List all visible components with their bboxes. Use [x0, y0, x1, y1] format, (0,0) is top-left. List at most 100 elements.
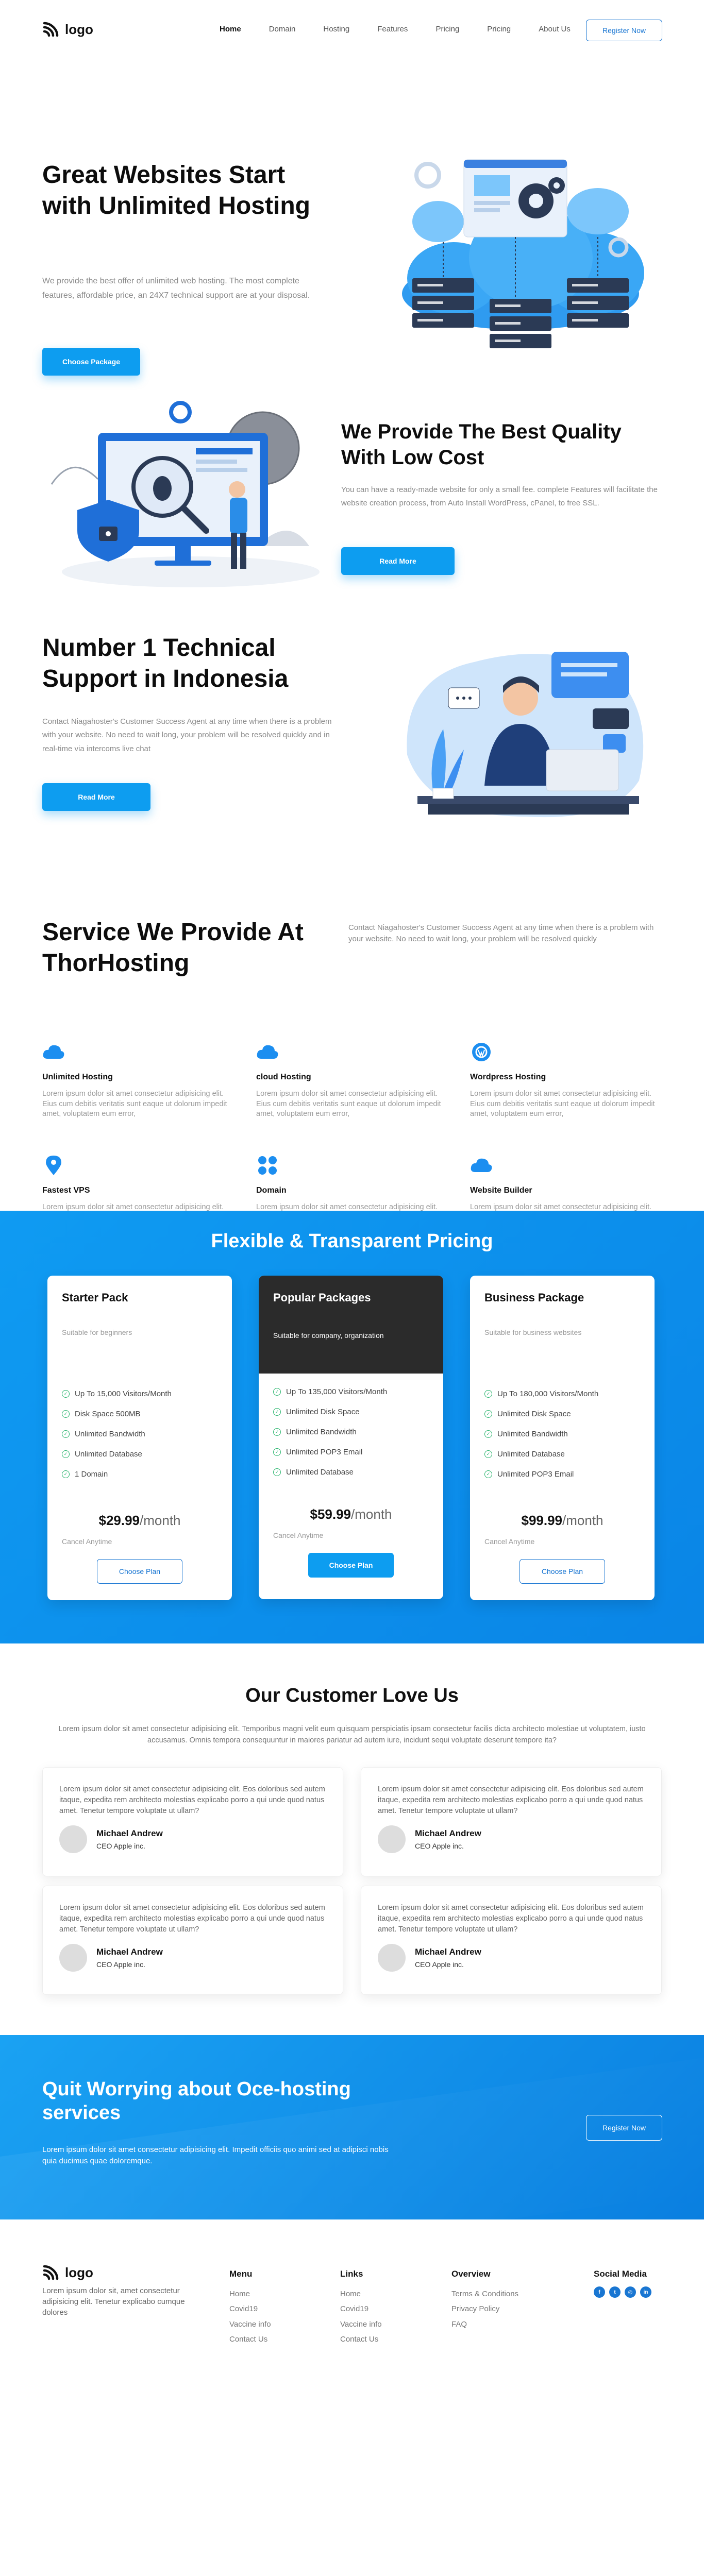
cloud-icon [470, 1154, 493, 1177]
check-icon: ✓ [273, 1388, 281, 1396]
cta-register-button[interactable]: Register Now [586, 2115, 662, 2141]
footer-link[interactable]: FAQ [451, 2317, 518, 2332]
testimonial-card: Lorem ipsum dolor sit amet consectetur a… [361, 1767, 662, 1876]
footer-link[interactable]: Privacy Policy [451, 2301, 518, 2316]
testimonials-title: Our Customer Love Us [245, 1685, 459, 1706]
footer-link[interactable]: Home [229, 2286, 271, 2301]
choose-plan-button[interactable]: Choose Plan [308, 1553, 394, 1578]
plan-feature: ✓ Unlimited Database [273, 1462, 387, 1482]
nav-domain-link[interactable]: Domain [269, 25, 296, 33]
footer-link[interactable]: Contact Us [340, 2332, 382, 2347]
twitter-icon[interactable]: t [609, 2286, 621, 2298]
footer-about: Lorem ipsum dolor sit, amet consectetur … [42, 2286, 185, 2317]
instagram-icon[interactable]: ◎ [625, 2286, 636, 2298]
nav-home-link[interactable]: Home [220, 25, 241, 33]
plan-feature: ✓ Unlimited POP3 Email [484, 1464, 598, 1484]
facebook-icon[interactable]: f [594, 2286, 605, 2298]
service-title: Fastest VPS [42, 1186, 90, 1195]
support-read-more-button[interactable]: Read More [42, 783, 150, 811]
support-agent-illustration [407, 652, 644, 818]
plan-feature: ✓ 1 Domain [62, 1464, 172, 1484]
nav-about-link[interactable]: About Us [539, 25, 571, 33]
check-icon: ✓ [273, 1468, 281, 1476]
cloud-icon [256, 1041, 279, 1063]
quality-text: You can have a ready-made website for on… [341, 485, 658, 508]
cloud-icon [42, 1041, 65, 1063]
plan-card-business: Business Package Suitable for business w… [470, 1276, 655, 1600]
pin-icon [42, 1154, 65, 1177]
service-title: Unlimited Hosting [42, 1073, 113, 1081]
site-logo[interactable]: logo [42, 21, 93, 38]
hero-section: Great Websites Start with Unlimited Host… [0, 62, 704, 376]
security-scan-illustration [51, 401, 320, 587]
nav-pricing-link[interactable]: Pricing [435, 25, 459, 33]
plan-features: ✓ Up To 180,000 Visitors/Month ✓ Unlimited… [484, 1384, 598, 1484]
testimonial-author: Michael Andrew CEO Apple inc. [378, 1944, 481, 1972]
testimonial-text: Lorem ipsum dolor sit amet consectetur a… [378, 1904, 644, 1934]
plan-name: Popular Packages [273, 1291, 371, 1304]
main-menu: Home Domain Hosting Features Pricing Pri… [220, 25, 598, 33]
service-card: Wordpress Hosting Lorem ipsum dolor sit … [470, 1041, 661, 1120]
testimonial-card: Lorem ipsum dolor sit amet consectetur a… [42, 1886, 343, 1995]
read-more-button[interactable]: Read More [341, 547, 455, 575]
testimonial-text: Lorem ipsum dolor sit amet consectetur a… [59, 1785, 325, 1816]
nav-hosting-link[interactable]: Hosting [323, 25, 349, 33]
plan-feature: ✓ Disk Space 500MB [62, 1404, 172, 1424]
check-icon: ✓ [62, 1430, 70, 1438]
service-text: Lorem ipsum dolor sit amet consectetur a… [256, 1090, 441, 1118]
pricing-section: Flexible & Transparent Pricing Starter P… [0, 1211, 704, 1643]
plan-feature: ✓ Unlimited Disk Space [484, 1404, 598, 1424]
check-icon: ✓ [273, 1448, 281, 1456]
check-icon: ✓ [273, 1408, 281, 1416]
support-title: Number 1 Technical Support in Indonesia [42, 634, 289, 692]
footer-link[interactable]: Covid19 [340, 2301, 382, 2316]
author-role: CEO Apple inc. [415, 1842, 464, 1850]
plan-cancel-note: Cancel Anytime [273, 1531, 324, 1539]
top-navbar: logo Home Domain Hosting Features Pricin… [0, 0, 704, 62]
service-title: Domain [256, 1186, 287, 1195]
plan-name: Business Package [484, 1291, 584, 1304]
author-name: Michael Andrew [96, 1947, 163, 1957]
plan-tagline: Suitable for beginners [62, 1328, 132, 1336]
services-title: Service We Provide At ThorHosting [42, 919, 304, 977]
avatar [59, 1825, 87, 1853]
footer-link[interactable]: Home [340, 2286, 382, 2301]
testimonial-author: Michael Andrew CEO Apple inc. [59, 1944, 163, 1972]
footer-link[interactable]: Contact Us [229, 2332, 271, 2347]
plan-feature: ✓ Unlimited Bandwidth [273, 1422, 387, 1442]
register-button[interactable]: Register Now [586, 20, 662, 41]
avatar [59, 1944, 87, 1972]
service-card: Unlimited Hosting Lorem ipsum dolor sit … [42, 1041, 233, 1120]
plan-price: $29.99/month [98, 1513, 181, 1528]
plan-cancel-note: Cancel Anytime [484, 1537, 535, 1546]
author-role: CEO Apple inc. [96, 1960, 145, 1969]
choose-plan-button[interactable]: Choose Plan [97, 1559, 182, 1584]
plan-price: $59.99/month [310, 1506, 392, 1522]
service-card: cloud Hosting Lorem ipsum dolor sit amet… [256, 1041, 447, 1120]
nav-pricing-link-2[interactable]: Pricing [487, 25, 511, 33]
service-title: Wordpress Hosting [470, 1073, 546, 1081]
pricing-title: Flexible & Transparent Pricing [211, 1230, 493, 1252]
check-icon: ✓ [273, 1428, 281, 1436]
footer: logo Lorem ipsum dolor sit, amet consect… [0, 2219, 704, 2374]
linkedin-icon[interactable]: in [640, 2286, 651, 2298]
footer-column-title: Menu [229, 2269, 253, 2279]
testimonial-text: Lorem ipsum dolor sit amet consectetur a… [59, 1904, 325, 1934]
nav-features-link[interactable]: Features [377, 25, 408, 33]
footer-overview-column: Overview Terms & Conditions Privacy Poli… [451, 2269, 518, 2332]
footer-social-column: Social Media f t ◎ in [594, 2269, 651, 2298]
plan-tagline: Suitable for business websites [484, 1328, 582, 1336]
footer-logo[interactable]: logo [42, 2264, 93, 2281]
footer-link[interactable]: Terms & Conditions [451, 2286, 518, 2301]
footer-link[interactable]: Vaccine info [340, 2317, 382, 2332]
plan-name: Starter Pack [62, 1291, 128, 1304]
wordpress-icon [470, 1041, 493, 1063]
support-text: Contact Niagahoster's Customer Success A… [42, 717, 332, 753]
footer-link[interactable]: Vaccine info [229, 2317, 271, 2332]
choose-plan-button[interactable]: Choose Plan [519, 1559, 605, 1584]
author-role: CEO Apple inc. [96, 1842, 145, 1850]
testimonials-section: Our Customer Love Us Lorem ipsum dolor s… [0, 1643, 704, 2035]
footer-link[interactable]: Covid19 [229, 2301, 271, 2316]
cta-title: Quit Worrying about Oce-hosting services [42, 2078, 351, 2124]
plan-cancel-note: Cancel Anytime [62, 1537, 112, 1546]
